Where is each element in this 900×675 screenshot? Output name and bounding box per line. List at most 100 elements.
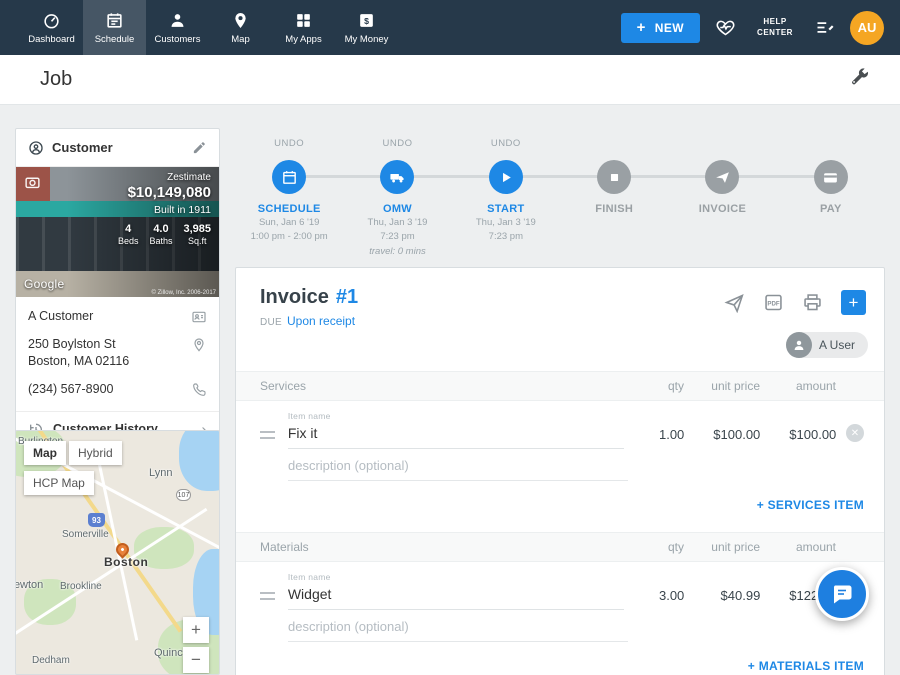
compose-list-icon[interactable] — [814, 17, 835, 38]
finish-stop-icon[interactable] — [597, 160, 631, 194]
assignee-avatar-icon — [786, 332, 812, 358]
item-unit-price[interactable]: $40.99 — [684, 588, 760, 603]
undo-schedule-button[interactable]: UNDO — [274, 138, 304, 152]
customer-name: A Customer — [28, 308, 93, 325]
drag-handle[interactable] — [260, 431, 275, 443]
location-pin-icon — [191, 336, 207, 353]
stat-sqft: 3,985 Sq.ft — [183, 223, 211, 246]
undo-start-button[interactable]: UNDO — [491, 138, 521, 152]
item-qty[interactable]: 3.00 — [624, 588, 684, 603]
hcp-map-button[interactable]: HCP Map — [24, 471, 94, 495]
svg-text:$: $ — [364, 16, 369, 26]
material-description-input[interactable] — [288, 612, 628, 642]
map-label-brookline: Brookline — [60, 581, 102, 592]
address-line2: Boston, MA 02116 — [28, 354, 129, 368]
item-numbers: 3.00 $40.99 $122.97 — [624, 588, 836, 603]
remove-item-icon[interactable]: ✕ — [846, 424, 864, 442]
nav-item-my-apps[interactable]: My Apps — [272, 0, 335, 55]
invoice-title-text: Invoice — [260, 286, 329, 309]
material-item-name-input[interactable] — [288, 582, 624, 610]
nav-item-customers[interactable]: Customers — [146, 0, 209, 55]
print-icon[interactable] — [802, 292, 823, 313]
stat-beds: 4 Beds — [118, 223, 139, 246]
zoom-out-button[interactable]: − — [183, 647, 209, 673]
map-label-somerville: Somerville — [62, 529, 109, 540]
nav-item-map[interactable]: Map — [209, 0, 272, 55]
chat-bubble-icon — [830, 582, 854, 606]
add-materials-item-link[interactable]: + MATERIALS ITEM — [748, 659, 864, 673]
nav-label: Customers — [155, 34, 201, 45]
primary-nav: Dashboard Schedule Customers Map — [0, 0, 398, 55]
route-shield-93: 93 — [88, 513, 105, 527]
add-service-row: + SERVICES ITEM — [236, 481, 884, 532]
item-numbers: 1.00 $100.00 $100.00 — [624, 427, 836, 442]
timeline-step-pay: PAY — [777, 130, 885, 267]
stat-label: Beds — [118, 236, 139, 246]
start-play-icon[interactable] — [489, 160, 523, 194]
stat-baths: 4.0 Baths — [149, 223, 172, 246]
add-services-item-link[interactable]: + SERVICES ITEM — [757, 498, 864, 512]
job-tools-icon[interactable] — [848, 66, 870, 93]
help-center-button[interactable]: HELP CENTER — [751, 17, 799, 39]
col-amount: amount — [760, 379, 836, 393]
zestimate-overlay: Zestimate $10,149,080 Built in 1911 4 Be… — [118, 172, 211, 246]
invoice-card: Invoice #1 DUE Upon receipt PDF + — [235, 267, 885, 675]
step-label: INVOICE — [699, 203, 746, 215]
invoice-number[interactable]: #1 — [336, 286, 358, 309]
add-invoice-button[interactable]: + — [841, 290, 866, 315]
item-qty[interactable]: 1.00 — [624, 427, 684, 442]
new-button[interactable]: + NEW — [621, 13, 700, 43]
chat-support-button[interactable] — [815, 567, 869, 621]
customer-card: Customer Zestimate $10,149,080 Built in … — [15, 128, 220, 448]
plus-icon: + — [637, 23, 646, 33]
customer-phone-row[interactable]: (234) 567-8900 — [28, 381, 207, 398]
stat-value: 3,985 — [183, 223, 211, 235]
nav-label: Dashboard — [28, 34, 74, 45]
material-line-item: Item name 3.00 $40.99 $122.97 — [236, 562, 884, 610]
remove-wrap: ✕ — [836, 424, 864, 442]
pdf-icon[interactable]: PDF — [763, 292, 784, 313]
edit-customer-pencil-icon[interactable] — [192, 140, 207, 155]
top-nav: Dashboard Schedule Customers Map — [0, 0, 900, 55]
page-header: Job — [0, 55, 900, 105]
customer-address-row[interactable]: 250 Boylston St Boston, MA 02116 — [28, 336, 207, 370]
customer-name-row[interactable]: A Customer — [28, 308, 207, 325]
timeline-step-start: UNDO START Thu, Jan 3 '19 7:23 pm — [452, 130, 560, 267]
nav-item-schedule[interactable]: Schedule — [83, 0, 146, 55]
invoice-send-icon[interactable] — [705, 160, 739, 194]
camera-icon[interactable] — [24, 174, 41, 196]
item-amount: $100.00 — [760, 427, 836, 442]
map-road — [94, 444, 139, 640]
nav-item-my-money[interactable]: $ My Money — [335, 0, 398, 55]
service-description-input[interactable] — [288, 451, 628, 481]
schedule-step-icon[interactable] — [272, 160, 306, 194]
service-item-name-input[interactable] — [288, 421, 624, 449]
map-pin-icon — [231, 11, 250, 30]
send-invoice-icon[interactable] — [724, 292, 745, 313]
pay-card-icon[interactable] — [814, 160, 848, 194]
step-label: PAY — [820, 203, 842, 215]
customer-icon — [28, 140, 44, 156]
zestimate-price: $10,149,080 — [118, 184, 211, 201]
undo-omw-button[interactable]: UNDO — [383, 138, 413, 152]
zillow-copyright: © Zillow, Inc. 2006-2017 — [152, 290, 216, 296]
map-view-button[interactable]: Map — [24, 441, 66, 465]
zoom-in-button[interactable]: + — [183, 617, 209, 643]
user-avatar[interactable]: AU — [850, 11, 884, 45]
google-watermark: Google — [24, 277, 65, 291]
property-photo: Zestimate $10,149,080 Built in 1911 4 Be… — [16, 167, 219, 297]
heart-health-icon[interactable] — [715, 17, 736, 38]
assignee-chip[interactable]: A User — [786, 332, 868, 358]
step-label: SCHEDULE — [258, 203, 321, 215]
map-label-lynn: Lynn — [149, 467, 172, 479]
section-name: Services — [260, 379, 306, 393]
hybrid-view-button[interactable]: Hybrid — [69, 441, 122, 465]
due-value-link[interactable]: Upon receipt — [287, 314, 355, 328]
omw-truck-icon[interactable] — [380, 160, 414, 194]
drag-handle[interactable] — [260, 592, 275, 604]
item-unit-price[interactable]: $100.00 — [684, 427, 760, 442]
col-unit-price: unit price — [684, 540, 760, 554]
step-label: OMW — [383, 203, 412, 215]
map-card: Burlington Lynn Somerville Boston Newton… — [15, 430, 220, 675]
nav-item-dashboard[interactable]: Dashboard — [20, 0, 83, 55]
